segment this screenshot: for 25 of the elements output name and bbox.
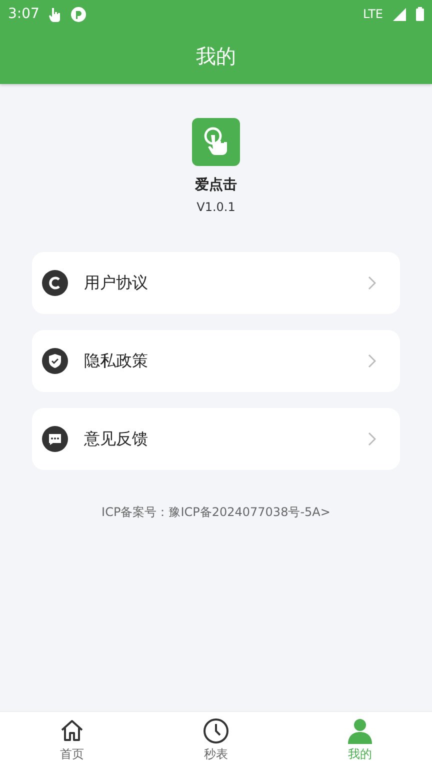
person-icon — [347, 718, 373, 744]
hand-icon — [49, 6, 62, 22]
shield-icon — [42, 348, 68, 374]
signal-icon — [393, 8, 406, 20]
app-name: 爱点击 — [195, 176, 237, 194]
menu-item[interactable]: 用户协议 — [32, 252, 400, 314]
chevron-icon — [368, 276, 376, 290]
menu-item[interactable]: 意见反馈 — [32, 408, 400, 470]
app-notification-icon — [71, 6, 86, 22]
chat-icon — [42, 426, 68, 452]
battery-icon — [416, 7, 424, 21]
nav-tab[interactable]: 首页 — [0, 712, 144, 768]
menu-item[interactable]: 隐私政策 — [32, 330, 400, 392]
status-time: 3:07 — [8, 6, 40, 22]
copyright-icon — [42, 270, 68, 296]
page-title: 我的 — [195, 42, 237, 70]
chevron-icon — [368, 432, 376, 446]
app-logo-icon — [192, 118, 240, 166]
home-icon — [59, 718, 85, 744]
app-version: V1.0.1 — [196, 200, 236, 214]
chevron-icon — [368, 354, 376, 368]
network-type: LTE — [363, 7, 383, 21]
clock-icon — [203, 718, 229, 744]
icp-record-link[interactable]: ICP备案号：豫ICP备2024077038号-5A> — [102, 504, 330, 521]
nav-tab[interactable]: 秒表 — [144, 712, 288, 768]
